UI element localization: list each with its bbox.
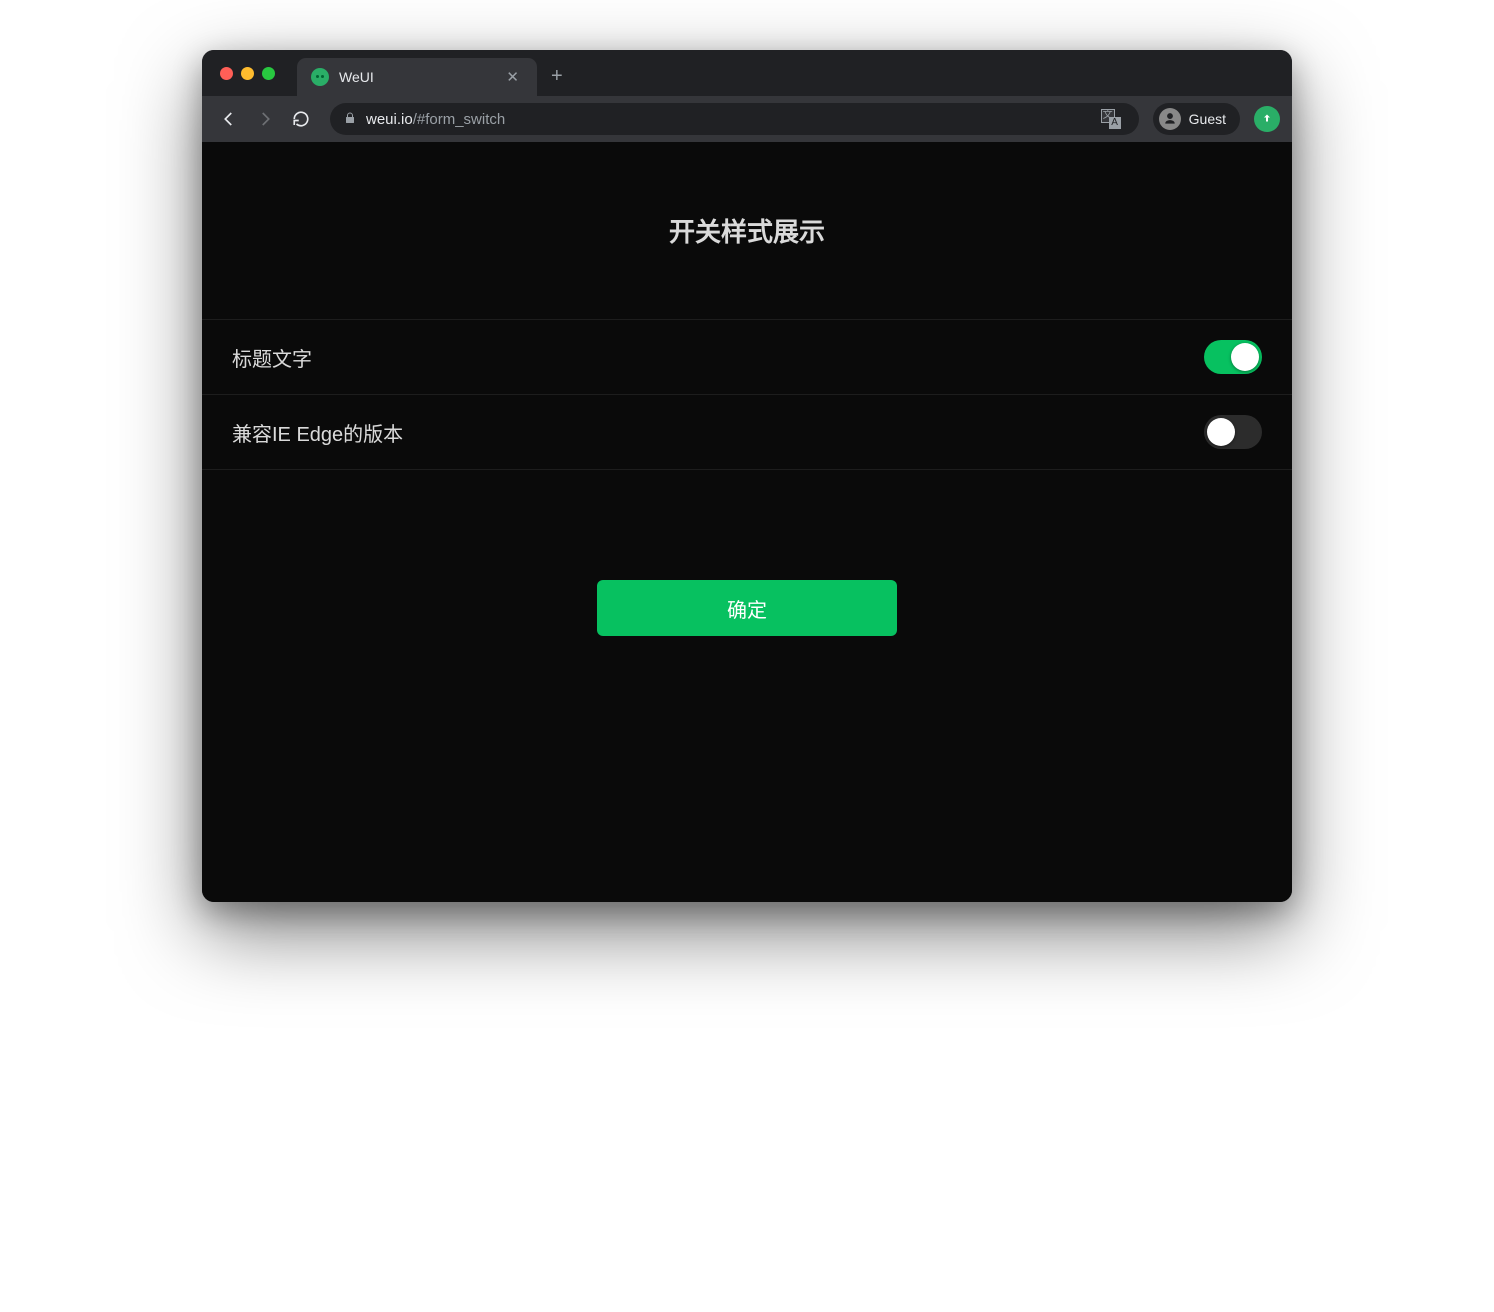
window-controls	[220, 67, 275, 80]
avatar-icon	[1159, 108, 1181, 130]
page-title: 开关样式展示	[202, 142, 1292, 319]
tab-close-button[interactable]: ✕	[502, 68, 523, 86]
address-bar[interactable]: weui.io/#form_switch	[330, 103, 1139, 135]
window-close-button[interactable]	[220, 67, 233, 80]
new-tab-button[interactable]: +	[551, 65, 563, 88]
url-path: /#form_switch	[413, 111, 506, 128]
switch-cell: 兼容IE Edge的版本	[202, 395, 1292, 470]
back-button[interactable]	[214, 104, 244, 134]
button-area: 确定	[202, 470, 1292, 636]
switch-cell: 标题文字	[202, 320, 1292, 395]
reload-button[interactable]	[286, 104, 316, 134]
wechat-favicon-icon	[311, 68, 329, 86]
window-maximize-button[interactable]	[262, 67, 275, 80]
browser-window: WeUI ✕ + weui.io/#form_switch	[202, 50, 1292, 902]
url-host: weui.io	[366, 111, 413, 128]
browser-tab[interactable]: WeUI ✕	[297, 58, 537, 96]
switch-knob	[1207, 418, 1235, 446]
form-cells: 标题文字 兼容IE Edge的版本	[202, 319, 1292, 470]
forward-button[interactable]	[250, 104, 280, 134]
profile-label: Guest	[1189, 111, 1226, 127]
switch-toggle-ie-edge[interactable]	[1204, 415, 1262, 449]
profile-chip[interactable]: Guest	[1153, 103, 1240, 135]
window-minimize-button[interactable]	[241, 67, 254, 80]
lock-icon	[344, 111, 356, 128]
switch-toggle-title[interactable]	[1204, 340, 1262, 374]
tab-title: WeUI	[339, 69, 492, 85]
translate-icon[interactable]	[1101, 110, 1121, 128]
browser-toolbar: weui.io/#form_switch Guest	[202, 96, 1292, 142]
url-text: weui.io/#form_switch	[366, 111, 505, 128]
switch-label: 标题文字	[232, 343, 312, 372]
update-available-icon[interactable]	[1254, 106, 1280, 132]
switch-label: 兼容IE Edge的版本	[232, 418, 403, 447]
titlebar: WeUI ✕ +	[202, 50, 1292, 96]
submit-button[interactable]: 确定	[597, 580, 897, 636]
page-viewport: 开关样式展示 标题文字 兼容IE Edge的版本 确定	[202, 142, 1292, 902]
switch-knob	[1231, 343, 1259, 371]
